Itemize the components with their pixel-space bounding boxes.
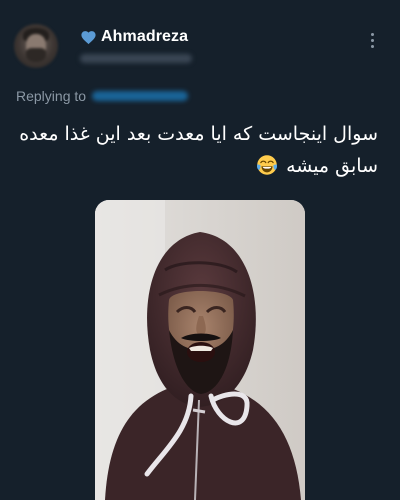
face-with-tears-of-joy-icon	[257, 155, 278, 175]
replying-to-handle-redacted[interactable]	[92, 91, 189, 101]
tweet-text-line-2-text: سابق میشه	[286, 155, 378, 177]
blue-heart-icon	[81, 30, 96, 44]
tweet: Ahmadreza Replying to سوال اینجاست که ای…	[0, 0, 400, 500]
more-options-icon[interactable]	[364, 28, 380, 52]
author-avatar[interactable]	[14, 24, 58, 68]
author-name-row[interactable]: Ahmadreza	[80, 28, 188, 46]
man-in-hood-photo	[95, 200, 305, 500]
author-display-name[interactable]: Ahmadreza	[101, 28, 188, 46]
tweet-text-line-1: سوال اینجاست که ایا معدت بعد این غذا معد…	[19, 123, 378, 145]
tweet-media-photo[interactable]	[95, 200, 305, 500]
replying-to-label: Replying to	[16, 88, 87, 104]
replying-to: Replying to	[16, 88, 189, 104]
tweet-text-line-2: سابق میشه	[18, 150, 378, 182]
author-handle-redacted	[80, 54, 192, 63]
tweet-text: سوال اینجاست که ایا معدت بعد این غذا معد…	[18, 118, 378, 182]
